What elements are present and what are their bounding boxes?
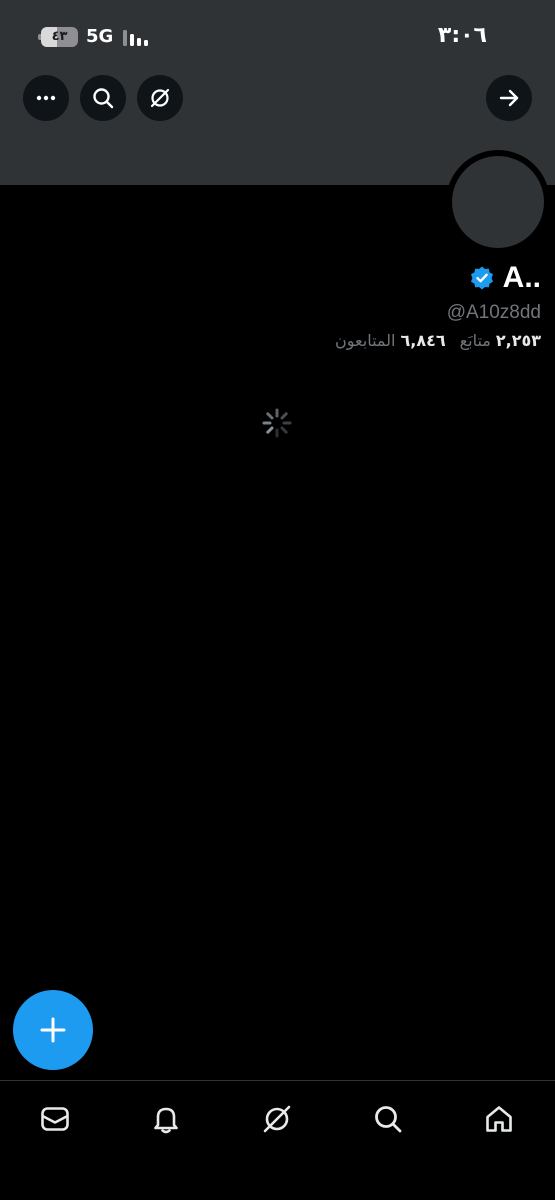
signal-icon (123, 30, 148, 46)
loading-spinner-icon (262, 408, 292, 438)
nav-messages[interactable] (35, 1099, 75, 1139)
mail-icon (41, 1107, 69, 1131)
followers-stat[interactable]: ٦,٨٤٦ المتابعون (335, 331, 446, 350)
profile-stats: ٢,٢٥٣ متابَع ٦,٨٤٦ المتابعون (335, 331, 541, 350)
following-stat[interactable]: ٢,٢٥٣ متابَع (460, 331, 541, 350)
verified-badge-icon (470, 266, 493, 290)
grok-button[interactable] (137, 75, 183, 121)
followers-label: المتابعون (335, 331, 396, 350)
profile-handle: @A10z8dd (446, 302, 541, 323)
following-label: متابَع (459, 331, 491, 350)
grok-icon (150, 88, 170, 108)
nav-notifications[interactable] (146, 1099, 186, 1139)
search-icon (375, 1106, 402, 1133)
battery-level-text: ٤٣ (51, 29, 68, 44)
grok-icon (263, 1105, 291, 1133)
avatar-frame (446, 150, 550, 254)
bottom-nav (0, 1080, 555, 1200)
nav-search[interactable] (368, 1099, 408, 1139)
search-icon (93, 88, 114, 109)
status-bar: ٤٣ 5G ٣:٠٦ (0, 0, 555, 72)
arrow-forward-icon (499, 89, 519, 107)
avatar[interactable] (452, 156, 544, 248)
clock: ٣:٠٦ (437, 23, 487, 48)
forward-button[interactable] (486, 75, 532, 121)
followers-count: ٦,٨٤٦ (400, 331, 446, 350)
more-icon (36, 95, 56, 101)
battery-indicator: ٤٣ (38, 27, 78, 47)
search-button[interactable] (80, 75, 126, 121)
network-type: 5G (86, 26, 114, 47)
profile-name-row: A.. (469, 258, 541, 298)
following-count: ٢,٢٥٣ (495, 331, 541, 350)
nav-grok[interactable] (257, 1099, 297, 1139)
plus-icon (40, 1017, 66, 1043)
compose-button[interactable] (13, 990, 93, 1070)
more-button[interactable] (23, 75, 69, 121)
profile-name: A.. (502, 261, 541, 294)
bell-icon (154, 1107, 178, 1134)
home-icon (486, 1106, 512, 1132)
nav-home[interactable] (479, 1099, 519, 1139)
